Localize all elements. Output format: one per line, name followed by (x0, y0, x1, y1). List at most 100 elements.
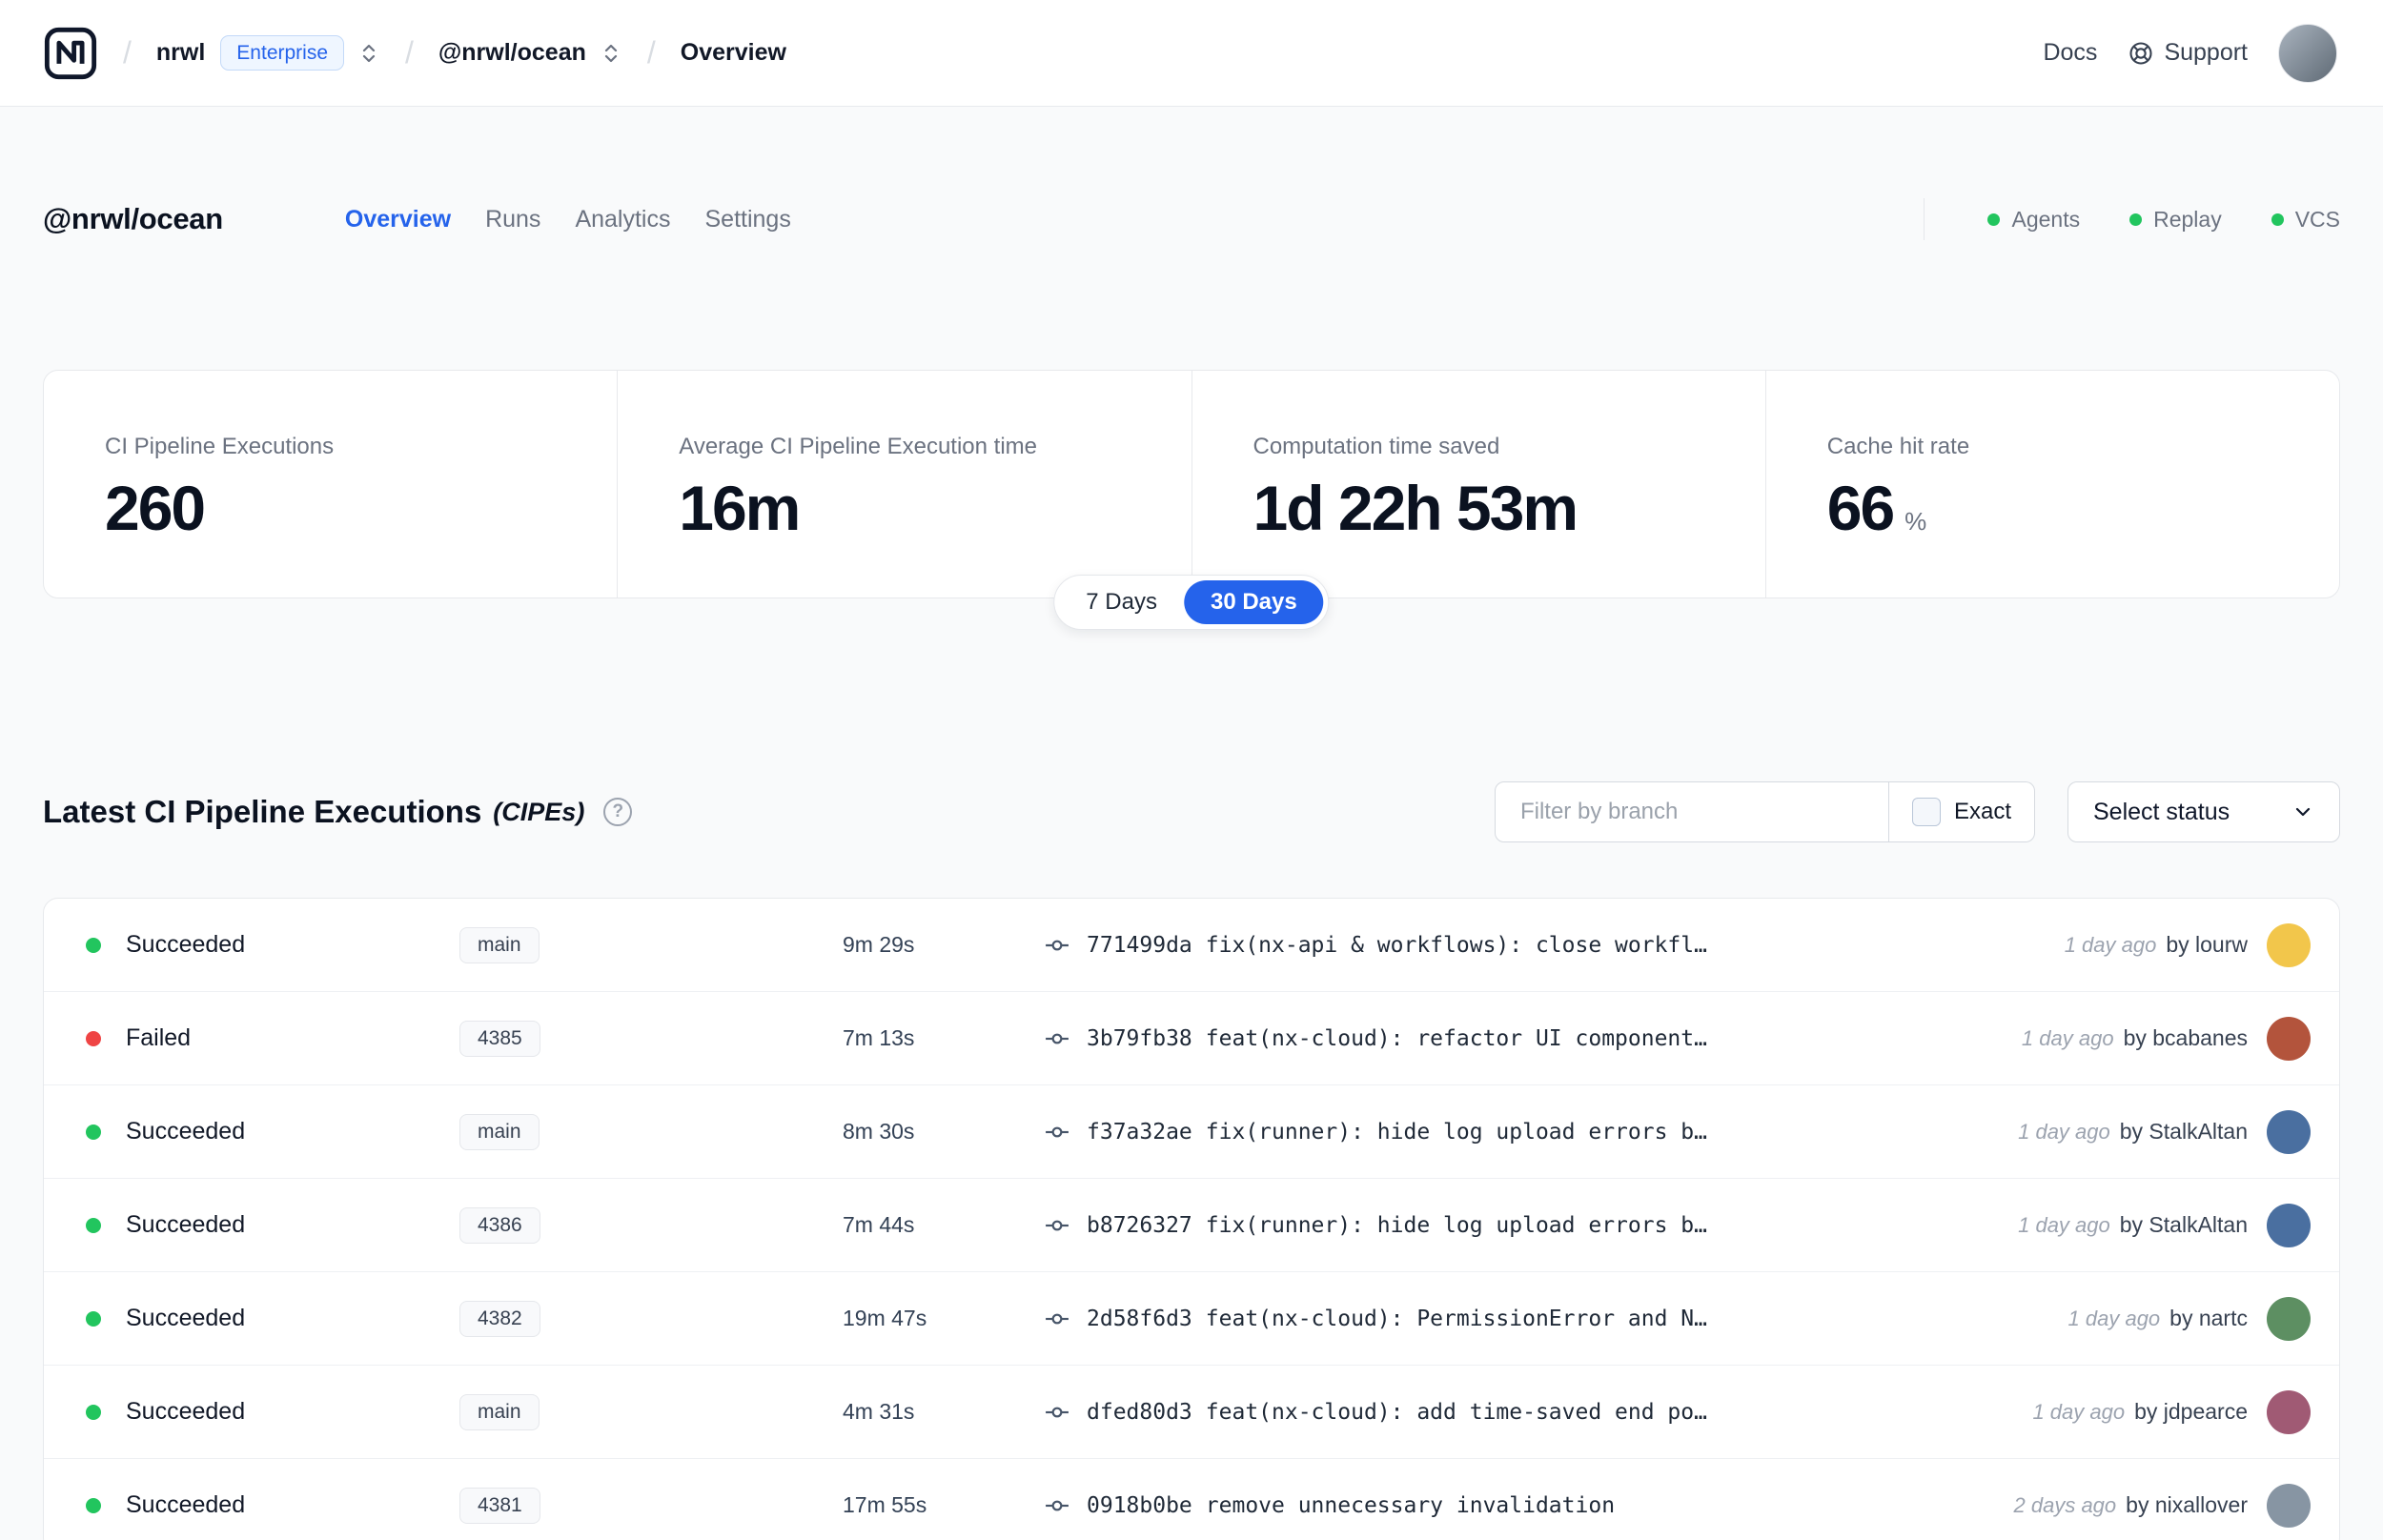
stat-label: Cache hit rate (1826, 434, 1970, 459)
navbar-actions: Docs Support (2043, 23, 2337, 83)
commit-message: feat(nx-cloud): PermissionError and N… (1205, 1306, 1707, 1331)
executions-table: Succeeded main 9m 29s 771499da fix(nx-api… (43, 898, 2340, 1540)
stats-cards: CI Pipeline Executions 260 Average CI Pi… (43, 370, 2340, 630)
range-30-days[interactable]: 30 Days (1183, 580, 1324, 624)
commit-author: by nixallover (2126, 1492, 2248, 1517)
date-range-toggle: 7 Days 30 Days (1053, 575, 1330, 630)
avatar (2267, 1389, 2311, 1434)
branch-filter-group: Exact (1494, 781, 2035, 842)
executions-title: Latest CI Pipeline Executions (43, 794, 482, 829)
duration: 7m 44s (843, 1212, 915, 1237)
exact-checkbox[interactable] (1911, 798, 1941, 826)
status-dot (86, 1217, 101, 1233)
status-select-label: Select status (2093, 798, 2230, 825)
workspace-name[interactable]: @nrwl/ocean (438, 39, 586, 67)
user-avatar[interactable] (2278, 23, 2337, 83)
status-label: Succeeded (126, 1118, 246, 1145)
commit-hash: f37a32ae (1087, 1119, 1192, 1145)
status-label: Succeeded (126, 1491, 246, 1518)
green-dot-icon (2129, 213, 2143, 226)
git-commit-icon (1046, 1220, 1069, 1230)
git-commit-icon (1046, 940, 1069, 950)
commit-message: feat(nx-cloud): add time-saved end po… (1205, 1399, 1707, 1425)
table-row[interactable]: Succeeded 4382 19m 47s 2d58f6d3 feat(nx-c… (44, 1272, 2339, 1366)
commit-hash: 0918b0be (1087, 1492, 1192, 1518)
status-agents[interactable]: Agents (1987, 207, 2080, 233)
stat-value: 16m (679, 473, 801, 543)
status-dot (86, 1497, 101, 1513)
avatar (2267, 1296, 2311, 1341)
avatar (2267, 1109, 2311, 1154)
help-icon[interactable]: ? (603, 798, 633, 826)
status-replay[interactable]: Replay (2129, 207, 2222, 233)
git-commit-icon (1046, 1313, 1069, 1324)
status-label: Succeeded (126, 1398, 246, 1425)
tab-analytics[interactable]: Analytics (575, 206, 670, 233)
exact-label[interactable]: Exact (1954, 799, 2011, 825)
git-commit-icon (1046, 1407, 1069, 1417)
support-link[interactable]: Support (2128, 39, 2248, 67)
breadcrumb-separator: / (405, 35, 414, 70)
status-select-button[interactable]: Select status (2067, 781, 2340, 842)
feature-statuses: Agents Replay VCS (1924, 198, 2340, 240)
commit-time: 1 day ago (2064, 933, 2157, 957)
table-row[interactable]: Succeeded 4386 7m 44s b8726327 fix(runner… (44, 1179, 2339, 1272)
commit-time: 1 day ago (2067, 1307, 2161, 1330)
green-dot-icon (1987, 213, 2001, 226)
org-switcher-icon[interactable] (357, 42, 380, 65)
org-name[interactable]: nrwl (156, 39, 205, 67)
commit-hash: 771499da (1087, 932, 1192, 958)
git-commit-icon (1046, 1033, 1069, 1044)
commit-author: by bcabanes (2123, 1025, 2248, 1050)
stat-card-time-saved: Computation time saved 1d 22h 53m (1191, 371, 1765, 598)
commit-author: by nartc (2169, 1306, 2248, 1330)
top-navbar: / nrwl Enterprise / @nrwl/ocean / Overvi… (0, 0, 2383, 107)
docs-link[interactable]: Docs (2043, 39, 2097, 67)
commit-message: fix(nx-api & workflows): close workfl… (1205, 932, 1707, 958)
range-7-days[interactable]: 7 Days (1059, 580, 1184, 624)
duration: 17m 55s (843, 1492, 927, 1517)
status-label: Failed (126, 1024, 192, 1051)
table-row[interactable]: Succeeded main 4m 31s dfed80d3 feat(nx-cl… (44, 1366, 2339, 1459)
enterprise-badge[interactable]: Enterprise (220, 35, 345, 71)
avatar (2267, 1016, 2311, 1061)
table-row[interactable]: Succeeded main 8m 30s f37a32ae fix(runner… (44, 1085, 2339, 1179)
commit-author: by StalkAltan (2119, 1119, 2248, 1144)
tab-runs[interactable]: Runs (485, 206, 540, 233)
commit-time: 2 days ago (2013, 1493, 2117, 1517)
status-dot (86, 1310, 101, 1327)
stat-label: CI Pipeline Executions (105, 434, 335, 459)
table-row[interactable]: Succeeded main 9m 29s 771499da fix(nx-api… (44, 899, 2339, 992)
workspace-switcher-icon[interactable] (600, 42, 622, 65)
breadcrumb-separator: / (123, 35, 132, 70)
table-row[interactable]: Failed 4385 7m 13s 3b79fb38 feat(nx-cloud… (44, 992, 2339, 1085)
commit-time: 1 day ago (2018, 1213, 2110, 1237)
breadcrumb: / nrwl Enterprise / @nrwl/ocean / Overvi… (43, 26, 786, 81)
branch-badge: main (459, 926, 540, 963)
commit-time: 1 day ago (2021, 1026, 2114, 1050)
status-dot (86, 1404, 101, 1420)
stat-suffix: % (1904, 507, 1927, 536)
page-title: @nrwl/ocean (43, 202, 223, 235)
vertical-divider (1924, 198, 1925, 240)
branch-badge: 4385 (459, 1020, 540, 1057)
commit-hash: dfed80d3 (1087, 1399, 1192, 1425)
workspace-tabs: Overview Runs Analytics Settings (345, 206, 791, 233)
branch-badge: main (459, 1393, 540, 1430)
stat-value: 260 (105, 473, 206, 543)
tab-settings[interactable]: Settings (704, 206, 790, 233)
tab-overview[interactable]: Overview (345, 206, 451, 233)
branch-filter-input[interactable] (1494, 781, 1889, 842)
duration: 9m 29s (843, 932, 915, 957)
duration: 19m 47s (843, 1306, 927, 1330)
table-row[interactable]: Succeeded 4381 17m 55s 0918b0be remove un… (44, 1459, 2339, 1540)
duration: 4m 31s (843, 1399, 915, 1424)
support-lifebuoy-icon (2129, 41, 2152, 65)
status-vcs-label: VCS (2294, 206, 2340, 232)
status-vcs[interactable]: VCS (2271, 207, 2340, 233)
nx-logo-icon[interactable] (43, 26, 98, 81)
commit-hash: b8726327 (1087, 1212, 1192, 1238)
executions-controls: Exact Select status (1494, 781, 2340, 842)
green-dot-icon (2271, 213, 2284, 226)
exact-match-segment: Exact (1888, 781, 2035, 842)
